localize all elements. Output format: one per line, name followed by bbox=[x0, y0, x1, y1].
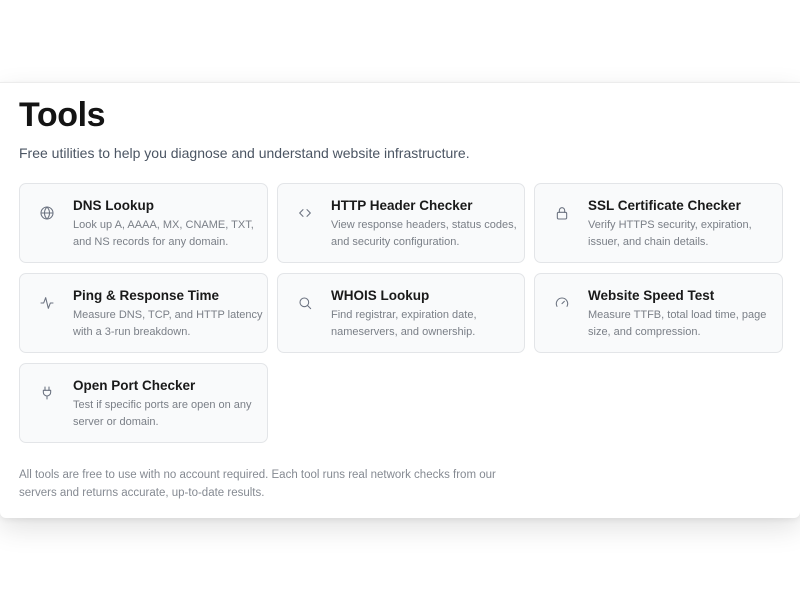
tool-name: HTTP Header Checker bbox=[331, 198, 473, 213]
tool-description: View response headers, status codes, and… bbox=[331, 219, 517, 248]
plug-icon bbox=[39, 385, 55, 401]
tool-card-dns-lookup[interactable]: DNS Lookup Look up A, AAAA, MX, CNAME, T… bbox=[19, 183, 268, 263]
tool-card-open-port-checker[interactable]: Open Port Checker Test if specific ports… bbox=[19, 363, 268, 443]
tool-name: DNS Lookup bbox=[73, 198, 154, 213]
tool-description: Find registrar, expiration date, nameser… bbox=[331, 309, 477, 338]
tool-description: Measure DNS, TCP, and HTTP latency with … bbox=[73, 309, 263, 338]
tool-description: Measure TTFB, total load time, page size… bbox=[588, 309, 767, 338]
tool-description: Verify HTTPS security, expiration, issue… bbox=[588, 219, 752, 248]
lock-icon bbox=[554, 205, 570, 221]
tool-card-website-speed-test[interactable]: Website Speed Test Measure TTFB, total l… bbox=[534, 273, 783, 353]
globe-icon bbox=[39, 205, 55, 221]
tool-description: Look up A, AAAA, MX, CNAME, TXT, and NS … bbox=[73, 219, 254, 248]
tool-card-ssl-certificate-checker[interactable]: SSL Certificate Checker Verify HTTPS sec… bbox=[534, 183, 783, 263]
tool-card-http-header-checker[interactable]: HTTP Header Checker View response header… bbox=[277, 183, 525, 263]
page-subtitle: Free utilities to help you diagnose and … bbox=[19, 145, 470, 161]
tools-grid: DNS Lookup Look up A, AAAA, MX, CNAME, T… bbox=[19, 183, 783, 443]
page-title: Tools bbox=[19, 96, 106, 134]
code-icon bbox=[297, 205, 313, 221]
footer-note: All tools are free to use with no accoun… bbox=[19, 469, 496, 499]
tool-name: Website Speed Test bbox=[588, 288, 715, 303]
tool-name: WHOIS Lookup bbox=[331, 288, 430, 303]
activity-icon bbox=[39, 295, 55, 311]
search-icon bbox=[297, 295, 313, 311]
tool-name: Open Port Checker bbox=[73, 378, 196, 393]
tool-description: Test if specific ports are open on any s… bbox=[73, 399, 252, 428]
gauge-icon bbox=[554, 295, 570, 311]
tool-name: SSL Certificate Checker bbox=[588, 198, 741, 213]
tools-page: Tools Free utilities to help you diagnos… bbox=[0, 82, 800, 518]
tool-card-ping-response-time[interactable]: Ping & Response Time Measure DNS, TCP, a… bbox=[19, 273, 268, 353]
tool-name: Ping & Response Time bbox=[73, 288, 220, 303]
tool-card-whois-lookup[interactable]: WHOIS Lookup Find registrar, expiration … bbox=[277, 273, 525, 353]
